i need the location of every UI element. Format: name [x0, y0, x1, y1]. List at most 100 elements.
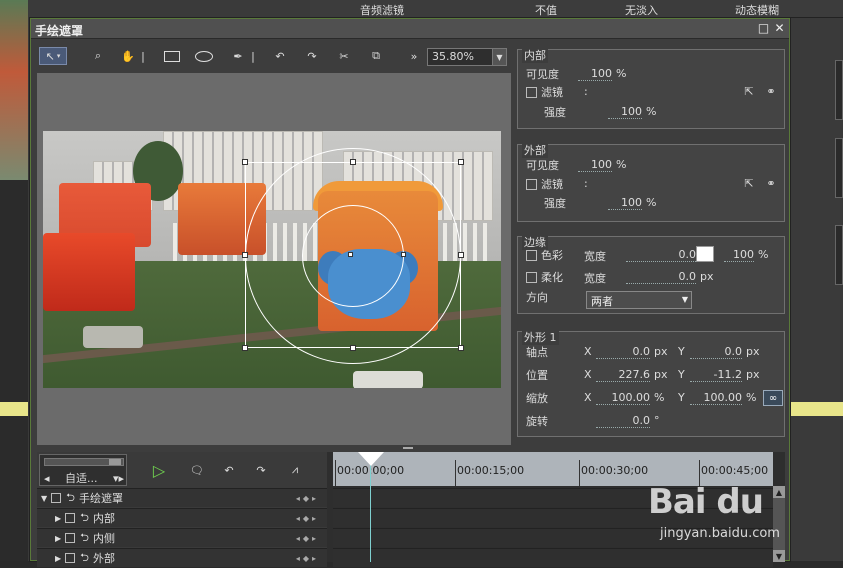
play-button[interactable]: ▷ [147, 460, 171, 480]
inner-group: 内部 可见度 100 % 滤镜 : ⇱ ⚭ 强度 100 % [517, 47, 785, 129]
filter-settings-icon[interactable]: ⇱ [742, 176, 756, 190]
playhead-triangle-icon[interactable] [358, 452, 384, 466]
expand-right-icon[interactable]: ▶ [55, 534, 61, 543]
baidu-url: jingyan.baidu.com [660, 526, 780, 541]
mask-pivot-point[interactable] [348, 252, 353, 257]
more-tools-button[interactable]: » [403, 47, 425, 65]
inner-visibility-unit: % [616, 67, 627, 80]
zoom-tool-button[interactable]: ⌕ [87, 47, 109, 65]
handle-top-left[interactable] [242, 159, 248, 165]
scale-x-input[interactable]: 100.00 [596, 391, 650, 405]
handle-bottom-left[interactable] [242, 345, 248, 351]
handle-top-center[interactable] [350, 159, 356, 165]
chevron-down-icon[interactable]: ▾▸ [113, 472, 124, 485]
zoom-select[interactable]: 35.80% ▼ [427, 48, 507, 66]
dialog-titlebar[interactable]: 手绘遮罩 □ ✕ [31, 19, 789, 39]
outer-filter-colon: : [584, 177, 588, 190]
outer-group: 外部 可见度 100 % 滤镜 : ⇱ ⚭ 强度 100 % [517, 142, 785, 222]
add-keyframe-button[interactable]: 🗨 [185, 460, 209, 480]
filter-settings-icon[interactable]: ⇱ [742, 84, 756, 98]
edge-soften-width-input[interactable]: 0.0 [626, 270, 696, 284]
edge-color-checkbox[interactable] [526, 249, 537, 261]
expand-down-icon[interactable]: ▼ [41, 494, 47, 503]
anchor-y-unit: px [746, 345, 760, 358]
speech-bubble-icon: 🗨 [190, 463, 204, 477]
track-row[interactable]: ▶ ⮌ 内部 ◂◆▸ [37, 508, 327, 527]
handle-bottom-center[interactable] [350, 345, 356, 351]
edge-color-swatch[interactable] [696, 246, 714, 262]
outer-filter-checkbox[interactable] [526, 178, 537, 190]
timeline-ruler[interactable]: 00:00:00;00 00:00:15;00 00:00:30;00 00:0… [333, 452, 773, 486]
splitter-handle[interactable] [403, 447, 413, 449]
next-keyframe-button[interactable]: ↷ [249, 460, 273, 480]
timeline-auto-fit-label[interactable]: 自适... [65, 470, 98, 486]
timeline-zoom-slider[interactable] [44, 458, 124, 466]
close-icon[interactable]: ✕ [773, 22, 786, 35]
handle-bottom-right[interactable] [458, 345, 464, 351]
chevron-down-icon[interactable]: ▼ [492, 49, 506, 65]
redo-button[interactable]: ↷ [301, 47, 323, 65]
edge-direction-select[interactable]: 两者 ▼ [586, 291, 692, 309]
handle-middle-left[interactable] [242, 252, 248, 258]
expand-right-icon[interactable]: ▶ [55, 554, 61, 563]
keyframe-nav-icon[interactable]: ◂◆▸ [296, 554, 319, 563]
edge-color-percent-input[interactable]: 100 [724, 248, 754, 262]
keyframe-nav-icon[interactable]: ◂◆▸ [296, 514, 319, 523]
expand-right-icon[interactable]: ▶ [55, 514, 61, 523]
track-row[interactable]: ▶ ⮌ 内侧 ◂◆▸ [37, 528, 327, 547]
undo-button[interactable]: ↶ [269, 47, 291, 65]
shape-legend: 外形 1 [522, 329, 559, 345]
pen-tool-button[interactable]: ✒ [227, 47, 249, 65]
handle-top-right[interactable] [458, 159, 464, 165]
anchor-y-input[interactable]: 0.0 [690, 345, 742, 359]
mask-bounding-box[interactable] [245, 162, 461, 348]
edge-soften-checkbox[interactable] [526, 271, 537, 283]
handle-middle-right[interactable] [458, 252, 464, 258]
outer-strength-input[interactable]: 100 [608, 196, 642, 210]
inner-strength-input[interactable]: 100 [608, 105, 642, 119]
track-checkbox[interactable] [65, 533, 76, 543]
filter-link-icon[interactable]: ⚭ [764, 84, 778, 98]
track-checkbox[interactable] [65, 513, 76, 523]
inner-filter-checkbox[interactable] [526, 86, 537, 98]
position-label: 位置 [526, 369, 548, 382]
link-scale-button[interactable]: ∞ [763, 390, 783, 406]
handle-inner-circle[interactable] [401, 252, 406, 257]
maximize-icon[interactable]: □ [757, 22, 770, 35]
playhead[interactable] [358, 452, 384, 562]
preview-image [43, 131, 501, 388]
select-tool-button[interactable]: ↖ ▾ [39, 47, 67, 65]
inner-filter-colon: : [584, 85, 588, 98]
keyframe-nav-icon[interactable]: ◂◆▸ [296, 534, 319, 543]
hand-tool-button[interactable]: ✋ [117, 47, 139, 65]
rectangle-tool-button[interactable] [161, 47, 183, 65]
outer-visibility-input[interactable]: 100 [578, 158, 612, 172]
cut-button[interactable]: ✂ [333, 47, 355, 65]
anchor-x-input[interactable]: 0.0 [596, 345, 650, 359]
track-row[interactable]: ▼ ⮌ 手绘遮罩 ◂◆▸ [37, 488, 327, 507]
preview-canvas[interactable] [37, 73, 511, 445]
copy-button[interactable]: ⧉ [365, 47, 387, 65]
copy-icon: ⧉ [372, 49, 380, 62]
track-checkbox[interactable] [51, 493, 62, 503]
position-x-label: X [584, 368, 592, 381]
graph-button[interactable]: ⩘ [283, 460, 307, 480]
ellipse-tool-button[interactable] [193, 47, 215, 65]
position-x-input[interactable]: 227.6 [596, 368, 650, 382]
previous-keyframe-button[interactable]: ↶ [217, 460, 241, 480]
effects-panel-header: 音频滤镜 不值 无淡入 动态模糊 [310, 0, 843, 18]
filter-link-icon[interactable]: ⚭ [764, 176, 778, 190]
track-name: 内侧 [92, 532, 115, 545]
keyframe-nav-icon[interactable]: ◂◆▸ [296, 494, 319, 503]
inner-visibility-input[interactable]: 100 [578, 67, 612, 81]
scale-y-input[interactable]: 100.00 [690, 391, 742, 405]
position-y-input[interactable]: -11.2 [690, 368, 742, 382]
chevron-down-icon: ▼ [681, 295, 688, 304]
track-row[interactable]: ▶ ⮌ 外部 ◂◆▸ [37, 548, 327, 567]
magnifier-icon: ⌕ [94, 49, 102, 62]
rotation-input[interactable]: 0.0 [596, 414, 650, 428]
left-thumbnail [0, 0, 28, 180]
track-checkbox[interactable] [65, 553, 76, 563]
edge-color-width-input[interactable]: 0.0 [626, 248, 696, 262]
chevron-left-icon[interactable]: ◂ [44, 472, 50, 485]
